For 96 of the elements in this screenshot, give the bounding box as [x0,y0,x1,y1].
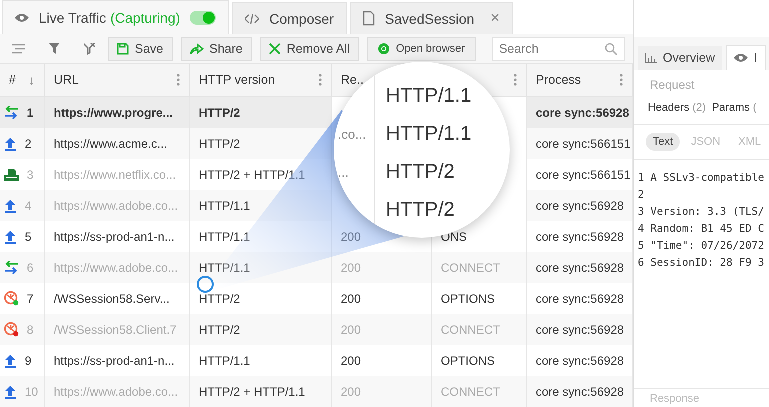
process-cell: core sync:56928 [527,190,633,221]
column-title[interactable]: Process [536,73,582,87]
magnified-http-version: HTTP/2 [385,160,455,184]
method-cell: CONNECT [432,376,527,407]
column-menu-icon[interactable] [319,74,322,86]
process-cell: core sync:56928 [527,314,633,345]
magnified-url: .co... [338,126,366,142]
menu-lines-icon[interactable] [12,44,25,54]
subtab[interactable]: Headers (2) [648,102,706,114]
row-number: 10 [25,384,38,398]
magnified-url: ... [338,164,349,180]
tab-label: Live Traffic [39,10,106,26]
column-title[interactable]: # [9,73,16,87]
magnified-http-version: HTTP/2 [385,198,455,222]
tab-label: I [754,51,758,65]
upload-arrow-icon [4,136,17,150]
json-file-icon [4,168,19,180]
url-cell: https://www.adobe.co... [45,376,190,407]
result-cell: 200 [332,314,432,345]
method-cell: CONNECT [432,252,527,283]
code-line: 1 A SSLv3-compatible [638,171,766,186]
code-icon [245,14,260,24]
magnified-http-version: HTTP/1.1 [385,122,472,146]
browser-icon [378,42,390,54]
document-icon [363,11,376,26]
code-line: 4 Random: B1 45 ED C [638,222,766,237]
row-number: 4 [25,198,32,212]
upload-arrow-icon [4,354,17,368]
capture-status: (Capturing) [110,10,180,26]
tab-label: Composer [269,10,334,26]
column-title[interactable]: URL [54,73,80,87]
http-version-cell: HTTP/2 [190,314,332,345]
toolbar-button[interactable]: Save [108,36,172,60]
upload-arrow-icon [4,198,17,212]
filter-off-icon[interactable] [84,42,96,54]
upload-arrow-icon [4,230,17,244]
tab-label: SavedSession [385,10,475,26]
row-header-cell[interactable]: 1 [0,97,45,128]
x-icon [268,42,281,54]
tab[interactable]: SavedSession × [350,2,513,34]
process-cell: core sync:56928 [527,376,633,407]
search-field[interactable]: Search [492,36,626,60]
search-icon [605,42,618,56]
share-arrow-icon [190,42,204,54]
process-cell: core sync:56928 [527,252,633,283]
two-way-arrows-icon [4,106,19,119]
toolbar-button[interactable]: Open browser [367,36,476,60]
toolbar-button[interactable]: Share [180,36,252,60]
column-menu-icon[interactable] [620,74,623,86]
code-line: 3 Version: 3.3 (TLS/ [638,205,766,220]
tab[interactable]: Composer [232,2,348,34]
url-cell: https://www.adobe.co... [45,190,190,221]
result-cell: 200 [332,376,432,407]
column-menu-icon[interactable] [514,74,517,86]
format-tab[interactable]: Text [646,133,680,151]
inspector-tab[interactable]: Overview [638,46,722,70]
row-number: 2 [25,136,32,150]
http-version-cell: HTTP/2 + HTTP/1.1 [190,376,332,407]
tab-label: Overview [663,51,716,65]
row-number: 9 [25,354,32,368]
process-cell: core sync:566151 [527,128,633,159]
url-cell: https://www.adobe.co... [45,252,190,283]
http-version-cell: HTTP/2 [190,97,332,128]
row-header-cell[interactable]: 2 [0,128,45,159]
result-cell: 200 [332,252,432,283]
row-number: 8 [27,322,34,336]
lens-ring [197,276,214,293]
code-line: 5 "Time": 07/26/2072 [638,239,766,254]
column-menu-icon[interactable] [177,74,180,86]
eye-icon [15,12,29,22]
two-way-arrows-icon [4,261,19,274]
url-cell: https://www.progre... [45,97,190,128]
upload-arrow-icon [4,384,17,398]
url-cell: https://www.acme.c... [45,128,190,159]
row-number: 7 [27,292,34,306]
column-title[interactable]: Re.. [341,73,364,87]
section-label: Request [649,77,696,92]
filter-icon[interactable] [49,43,60,54]
code-line: 2 [638,188,646,203]
bar-chart-icon [645,52,657,64]
capture-toggle[interactable] [190,10,216,24]
inspector-tab[interactable]: I [726,45,766,70]
url-cell: /WSSession58.Client.7 [45,314,190,345]
row-number: 1 [27,106,34,120]
process-cell: core sync:56928 [527,97,633,128]
method-cell: CONNECT [432,314,527,345]
row-number: 5 [25,230,32,244]
tab[interactable]: Live Traffic (Capturing) [2,0,230,34]
code-line: 6 SessionID: 28 F9 3 [638,256,766,271]
toolbar-button[interactable]: Remove All [260,36,360,60]
magnified-http-version: HTTP/1.1 [385,84,472,108]
row-number: 3 [27,168,34,182]
section-label: Response [634,388,769,407]
eye-icon [734,53,748,63]
subtab[interactable]: Params ( [712,102,757,114]
row-number: 6 [27,260,34,274]
